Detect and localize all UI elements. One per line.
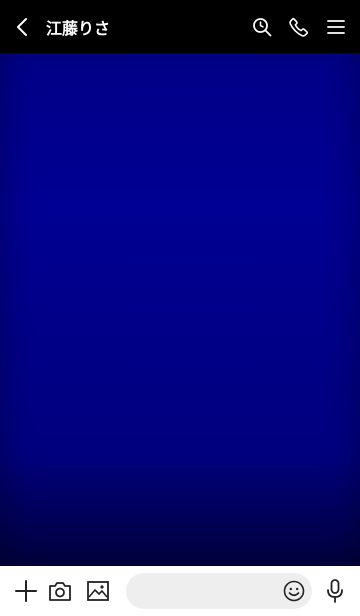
emoji-icon bbox=[283, 580, 305, 602]
plus-icon bbox=[15, 580, 37, 602]
search-button[interactable] bbox=[243, 0, 280, 53]
emoji-button[interactable] bbox=[282, 579, 306, 603]
image-icon bbox=[87, 581, 109, 601]
search-icon bbox=[252, 17, 272, 37]
call-button[interactable] bbox=[280, 0, 317, 53]
message-input-bar bbox=[0, 566, 360, 616]
menu-button[interactable] bbox=[317, 0, 354, 53]
phone-icon bbox=[288, 17, 309, 37]
header-actions bbox=[243, 0, 354, 53]
chat-title: 江藤りさ bbox=[46, 18, 111, 38]
microphone-icon bbox=[326, 579, 344, 603]
image-button[interactable] bbox=[84, 566, 112, 616]
menu-icon bbox=[326, 19, 345, 35]
chat-message-area[interactable] bbox=[0, 53, 360, 566]
chat-header: 江藤りさ bbox=[0, 0, 360, 53]
voice-button[interactable] bbox=[322, 566, 348, 616]
message-input[interactable] bbox=[138, 573, 278, 609]
camera-icon bbox=[48, 580, 72, 602]
add-button[interactable] bbox=[12, 566, 40, 616]
back-chevron-icon bbox=[15, 17, 29, 37]
camera-button[interactable] bbox=[46, 566, 74, 616]
message-field[interactable] bbox=[126, 573, 312, 609]
back-button[interactable] bbox=[0, 0, 44, 53]
